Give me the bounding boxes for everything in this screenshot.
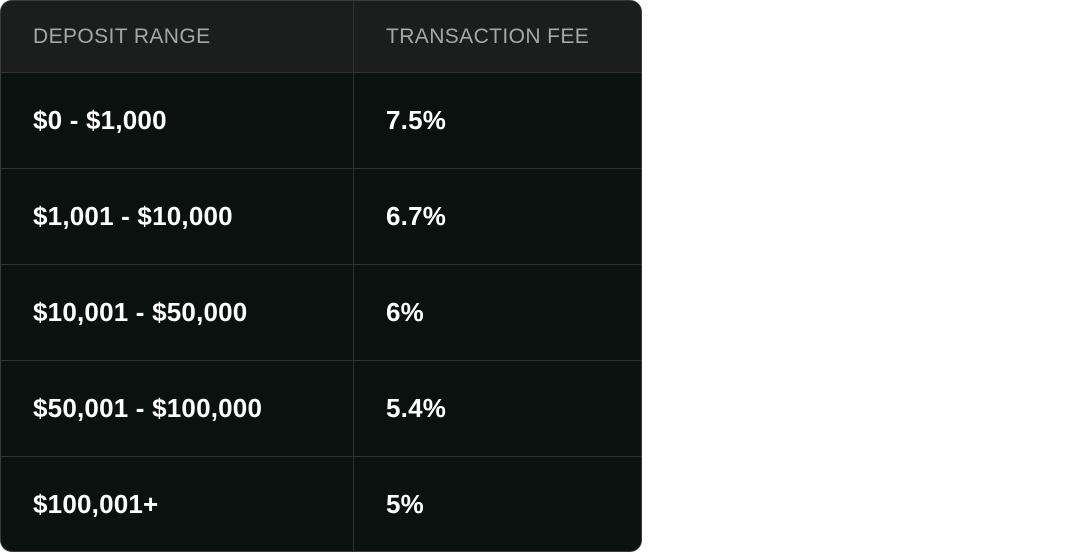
deposit-range-cell: $0 - $1,000 [1, 73, 354, 168]
table-header-row: DEPOSIT RANGE TRANSACTION FEE [1, 1, 641, 73]
transaction-fee-cell: 7.5% [386, 105, 447, 135]
transaction-fee-cell: 6% [386, 297, 424, 327]
column-header-transaction-fee: TRANSACTION FEE [386, 24, 590, 48]
transaction-fee-cell: 6.7% [386, 201, 447, 231]
table-row: $0 - $1,000 7.5% [1, 73, 641, 169]
fee-table: DEPOSIT RANGE TRANSACTION FEE $0 - $1,00… [0, 0, 642, 552]
table-row: $50,001 - $100,000 5.4% [1, 361, 641, 457]
deposit-range-cell: $10,001 - $50,000 [1, 265, 354, 360]
column-header-deposit-range: DEPOSIT RANGE [1, 1, 354, 72]
table-row: $100,001+ 5% [1, 457, 641, 551]
table-row: $1,001 - $10,000 6.7% [1, 169, 641, 265]
deposit-range-cell: $50,001 - $100,000 [1, 361, 354, 456]
deposit-range-cell: $100,001+ [1, 457, 354, 551]
transaction-fee-cell: 5.4% [386, 393, 447, 423]
table-row: $10,001 - $50,000 6% [1, 265, 641, 361]
transaction-fee-cell: 5% [386, 488, 424, 519]
deposit-range-cell: $1,001 - $10,000 [1, 169, 354, 264]
